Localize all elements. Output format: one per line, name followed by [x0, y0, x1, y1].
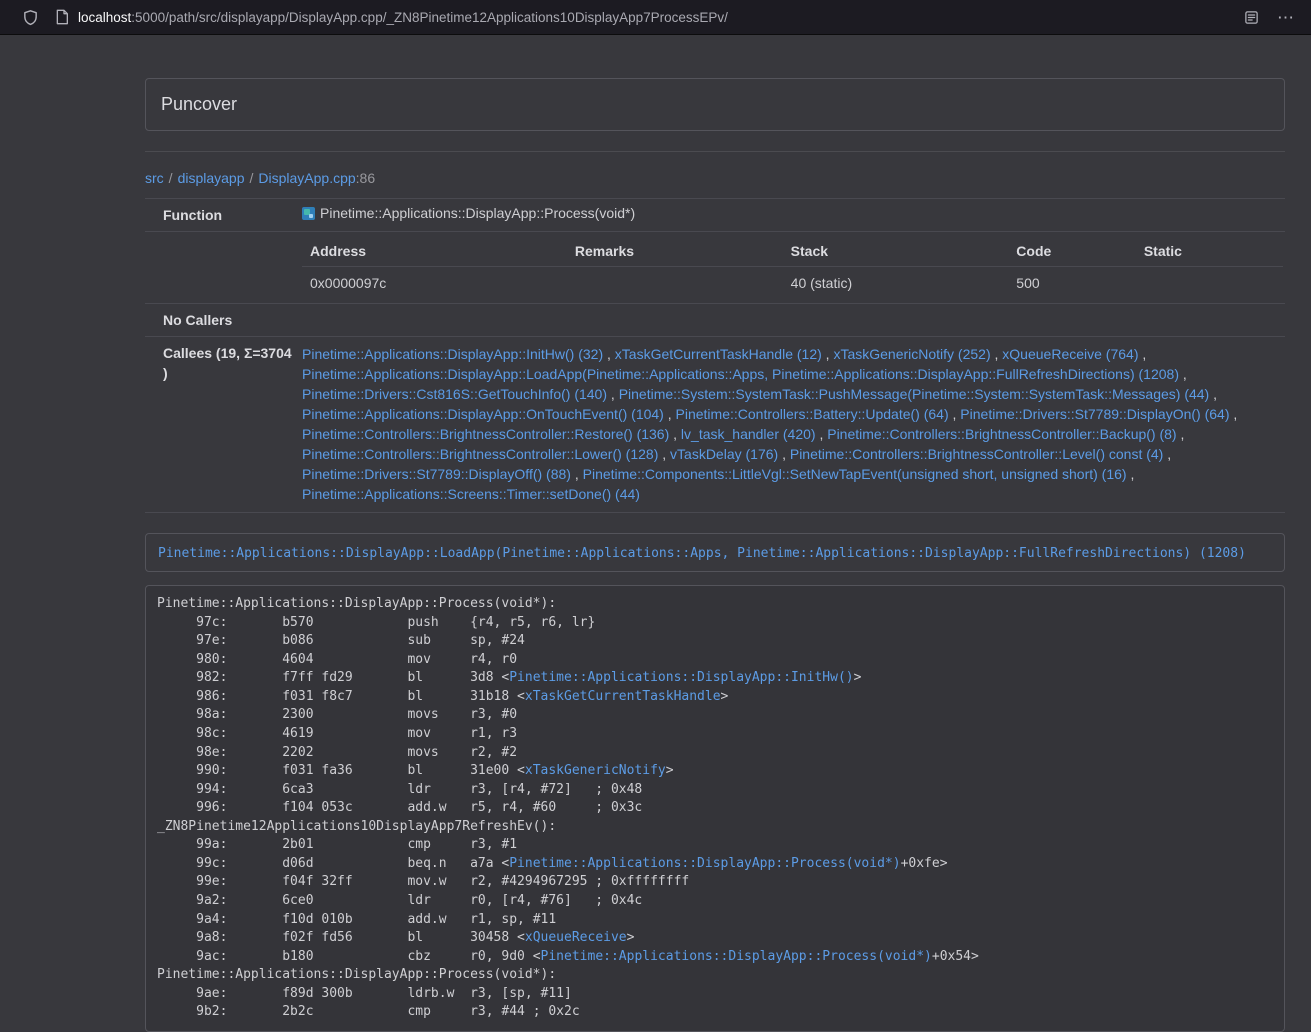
- callee-separator: ,: [822, 346, 834, 362]
- remarks-value: [567, 267, 783, 300]
- callee-separator: ,: [1138, 346, 1146, 362]
- reader-mode-icon[interactable]: [1244, 10, 1259, 25]
- code-symbol-link[interactable]: xTaskGenericNotify: [525, 763, 666, 778]
- stack-value: 40 (static): [783, 267, 1009, 300]
- breadcrumb-line-number: :86: [356, 170, 375, 186]
- callee-separator: ,: [1230, 406, 1238, 422]
- callee-separator: ,: [991, 346, 1003, 362]
- column-static: Static: [1136, 236, 1283, 267]
- callee-link[interactable]: Pinetime::Drivers::St7789::DisplayOn() (…: [960, 406, 1229, 422]
- callee-link[interactable]: lv_task_handler (420): [681, 426, 816, 442]
- metrics-row: Address Remarks Stack Code Static 0x0000…: [145, 232, 1285, 304]
- callee-link[interactable]: Pinetime::Applications::DisplayApp::Load…: [302, 366, 1179, 382]
- symbol-heading-panel: Pinetime::Applications::DisplayApp::Load…: [145, 533, 1285, 572]
- callees-label: Callees (19, Σ=3704 ): [145, 337, 300, 513]
- site-identity-icon: [55, 9, 69, 25]
- callee-link[interactable]: Pinetime::Applications::DisplayApp::OnTo…: [302, 406, 664, 422]
- callee-separator: ,: [658, 446, 670, 462]
- code-symbol-link[interactable]: Pinetime::Applications::DisplayApp::Proc…: [541, 949, 932, 964]
- callee-link[interactable]: vTaskDelay (176): [670, 446, 778, 462]
- callee-separator: ,: [1209, 386, 1217, 402]
- callee-link[interactable]: xTaskGetCurrentTaskHandle (12): [615, 346, 822, 362]
- code-value: 500: [1008, 267, 1136, 300]
- function-row: Function Pinetime::Applications::Display…: [145, 199, 1285, 232]
- callee-separator: ,: [1177, 426, 1185, 442]
- disassembly-code-block: Pinetime::Applications::DisplayApp::Proc…: [145, 585, 1285, 1032]
- metrics-table: Address Remarks Stack Code Static 0x0000…: [302, 236, 1283, 299]
- breadcrumb-separator: /: [250, 170, 254, 186]
- callee-separator: ,: [571, 466, 583, 482]
- browser-chrome: localhost:5000/path/src/displayapp/Displ…: [0, 0, 1311, 35]
- callees-row: Callees (19, Σ=3704 ) Pinetime::Applicat…: [145, 337, 1285, 513]
- column-code: Code: [1008, 236, 1136, 267]
- shield-icon[interactable]: [22, 9, 39, 26]
- callee-link[interactable]: Pinetime::Controllers::BrightnessControl…: [827, 426, 1176, 442]
- function-row-label: Function: [145, 199, 300, 232]
- url-bar[interactable]: localhost:5000/path/src/displayapp/Displ…: [55, 9, 1244, 25]
- callee-link[interactable]: Pinetime::Controllers::BrightnessControl…: [790, 446, 1163, 462]
- callee-separator: ,: [669, 426, 681, 442]
- url-host: localhost: [78, 10, 131, 25]
- callee-separator: ,: [1127, 466, 1135, 482]
- code-symbol-link[interactable]: Pinetime::Applications::DisplayApp::Proc…: [509, 856, 900, 871]
- page-content: Puncover src/displayapp/DisplayApp.cpp:8…: [145, 35, 1285, 1032]
- breadcrumb: src/displayapp/DisplayApp.cpp:86: [145, 170, 1285, 186]
- page-actions-menu-icon[interactable]: ⋯: [1277, 9, 1295, 26]
- callee-separator: ,: [949, 406, 961, 422]
- callee-link[interactable]: Pinetime::Drivers::Cst816S::GetTouchInfo…: [302, 386, 607, 402]
- callee-link[interactable]: xQueueReceive (764): [1002, 346, 1138, 362]
- code-symbol-link[interactable]: xQueueReceive: [525, 930, 627, 945]
- breadcrumb-item-file[interactable]: DisplayApp.cpp: [258, 170, 355, 186]
- function-name: Pinetime::Applications::DisplayApp::Proc…: [320, 203, 635, 223]
- callee-link[interactable]: Pinetime::Applications::DisplayApp::Init…: [302, 346, 603, 362]
- callee-link[interactable]: Pinetime::System::SystemTask::PushMessag…: [619, 386, 1210, 402]
- address-value: 0x0000097c: [302, 267, 567, 300]
- app-title: Puncover: [161, 94, 1269, 115]
- url-text: localhost:5000/path/src/displayapp/Displ…: [78, 10, 728, 25]
- column-stack: Stack: [783, 236, 1009, 267]
- code-symbol-link[interactable]: xTaskGetCurrentTaskHandle: [525, 689, 721, 704]
- loadapp-heading-link[interactable]: Pinetime::Applications::DisplayApp::Load…: [158, 546, 1246, 561]
- callee-link[interactable]: Pinetime::Controllers::Battery::Update()…: [676, 406, 949, 422]
- code-symbol-link[interactable]: Pinetime::Applications::DisplayApp::Init…: [509, 670, 853, 685]
- callee-link[interactable]: Pinetime::Controllers::BrightnessControl…: [302, 446, 658, 462]
- callee-separator: ,: [603, 346, 615, 362]
- callee-link[interactable]: Pinetime::Controllers::BrightnessControl…: [302, 426, 669, 442]
- column-remarks: Remarks: [567, 236, 783, 267]
- callees-list: Pinetime::Applications::DisplayApp::Init…: [300, 337, 1285, 513]
- callee-link[interactable]: Pinetime::Drivers::St7789::DisplayOff() …: [302, 466, 571, 482]
- callee-link[interactable]: Pinetime::Components::LittleVgl::SetNewT…: [583, 466, 1127, 482]
- breadcrumb-item-src[interactable]: src: [145, 170, 164, 186]
- callee-link[interactable]: Pinetime::Applications::Screens::Timer::…: [302, 486, 640, 502]
- divider: [145, 151, 1285, 152]
- url-path: :5000/path/src/displayapp/DisplayApp.cpp…: [131, 10, 728, 25]
- static-value: [1136, 267, 1283, 300]
- callee-separator: ,: [1179, 366, 1187, 382]
- breadcrumb-item-displayapp[interactable]: displayapp: [178, 170, 245, 186]
- callee-separator: ,: [816, 426, 828, 442]
- callee-separator: ,: [664, 406, 676, 422]
- callee-separator: ,: [607, 386, 619, 402]
- callee-separator: ,: [1163, 446, 1171, 462]
- callee-separator: ,: [778, 446, 790, 462]
- no-callers-label: No Callers: [145, 304, 300, 337]
- function-icon: [302, 207, 315, 220]
- app-header-panel: Puncover: [145, 78, 1285, 131]
- column-address: Address: [302, 236, 567, 267]
- breadcrumb-separator: /: [169, 170, 173, 186]
- callee-link[interactable]: xTaskGenericNotify (252): [833, 346, 990, 362]
- metrics-values-row: 0x0000097c 40 (static) 500: [302, 267, 1283, 300]
- no-callers-row: No Callers: [145, 304, 1285, 337]
- function-table: Function Pinetime::Applications::Display…: [145, 198, 1285, 513]
